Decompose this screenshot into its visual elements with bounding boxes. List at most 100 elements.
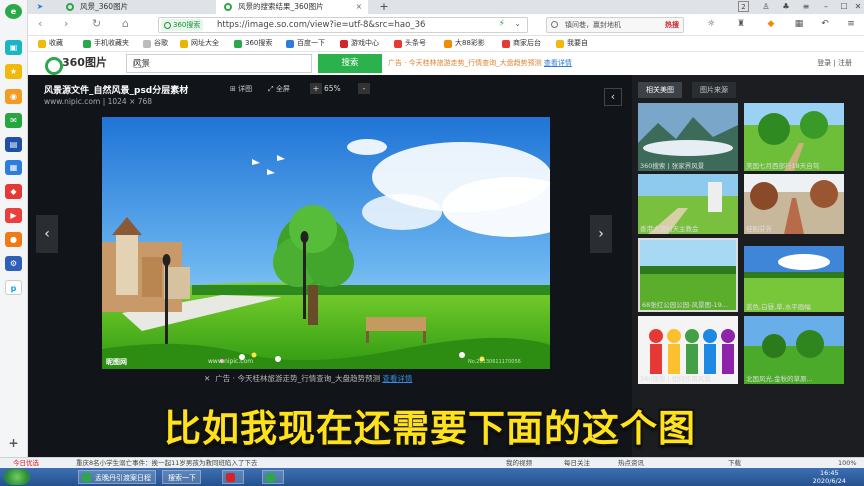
more-menu-icon[interactable]: ≡ <box>844 18 858 31</box>
tab-image-source[interactable]: 图片来源 <box>692 82 736 98</box>
taskbar-app-icon[interactable] <box>262 470 284 484</box>
related-thumbnail[interactable]: 蓝色,白昼,草,水平画幅 <box>744 246 844 312</box>
user-icon[interactable]: ♙ <box>758 0 774 14</box>
taskbar-item[interactable]: 孟晚丹引渡案日程 <box>78 470 156 484</box>
bookmark-item[interactable]: 游戏中心 <box>340 36 379 51</box>
undo-icon[interactable]: ↶ <box>818 18 832 31</box>
bookmark-item[interactable]: 大88彩影 <box>444 36 485 51</box>
browser-nav-icon[interactable]: ➤ <box>32 0 48 14</box>
forward-icon[interactable]: › <box>64 17 68 30</box>
sidebar-shop-icon[interactable]: ◆ <box>5 184 22 199</box>
wallet-icon[interactable]: ◆ <box>764 18 778 31</box>
close-icon[interactable]: ✕ <box>204 374 210 383</box>
sidebar-weibo-icon[interactable]: ◉ <box>5 89 22 104</box>
related-thumbnail[interactable]: 桂剧芬芳 <box>744 174 844 234</box>
viewer-ad[interactable]: ✕ 广告 · 今天桂林旅游走势_行情查询_大盘趋势预测 查看详情 <box>204 373 412 384</box>
system-clock[interactable]: 16:45 2020/6/24 <box>813 469 846 485</box>
new-tab-button[interactable]: + <box>376 0 392 14</box>
bookmark-item[interactable]: 我要自 <box>556 36 588 51</box>
bookmark-item[interactable]: 360搜索 <box>234 36 272 51</box>
game-icon[interactable]: ♣ <box>778 0 794 14</box>
bookmark-item[interactable]: 收藏 <box>38 36 63 51</box>
image-search-input[interactable]: 风景 <box>126 54 312 73</box>
back-icon[interactable]: ‹ <box>38 17 42 30</box>
taskbar-item[interactable]: 搜索一下 <box>162 470 201 484</box>
sidebar-apps-icon[interactable]: ▣ <box>5 40 22 55</box>
viewer-ad-link[interactable]: 查看详情 <box>382 374 412 383</box>
status-download[interactable]: 下载 <box>728 458 741 468</box>
os-taskbar: 孟晚丹引渡案日程 搜索一下 16:45 2020/6/24 <box>0 468 864 486</box>
related-thumbnail[interactable]: 美国七月西部行18天自驾 <box>744 103 844 171</box>
hot-search-label[interactable]: 热搜 <box>665 18 679 33</box>
tab-search-results[interactable]: 风景的搜索结果_360图片 × <box>216 0 368 14</box>
start-button[interactable] <box>4 469 30 485</box>
tab-related-images[interactable]: 相关美图 <box>638 82 682 98</box>
reload-icon[interactable]: ↻ <box>92 17 101 30</box>
related-thumbnail[interactable]: 北国风光,金秋的草原... <box>744 316 844 384</box>
fullscreen-button[interactable]: ⤢ 全屏 <box>268 84 290 94</box>
header-ad[interactable]: 广告 · 今天桂林旅游走势_行情查询_大盘趋势预测 查看详情 <box>388 52 572 75</box>
tab-count-badge[interactable]: 2 <box>738 1 749 12</box>
zoom-out-button[interactable]: - <box>358 83 370 94</box>
url-text[interactable]: https://image.so.com/view?ie=utf-8&src=h… <box>217 18 425 33</box>
url-dropdown-icon[interactable]: ⌄ <box>514 19 521 28</box>
login-link[interactable]: 登录 | 注册 <box>817 52 852 75</box>
close-tab-icon[interactable]: × <box>356 0 362 14</box>
zoom-in-button[interactable]: + <box>310 83 322 94</box>
header-ad-text: 广告 · 今天桂林旅游走势_行情查询_大盘趋势预测 <box>388 59 542 67</box>
fullscreen-icon: ⤢ <box>268 85 276 93</box>
header-ad-link[interactable]: 查看详情 <box>544 59 572 67</box>
image-meta: www.nipic.com | 1024 × 768 <box>44 97 153 106</box>
related-thumbnail[interactable]: 香港大澳村天主教会 <box>638 174 738 234</box>
status-zoom[interactable]: 100% <box>838 458 857 468</box>
status-daily-focus[interactable]: 每日关注 <box>564 458 590 468</box>
address-bar[interactable]: 360搜索 https://image.so.com/view?ie=utf-8… <box>158 17 528 33</box>
detail-button[interactable]: ⊞ 详图 <box>230 84 252 94</box>
bookmark-item[interactable]: 网址大全 <box>180 36 219 51</box>
grid-icon[interactable]: ▦ <box>792 18 806 31</box>
sidebar-news-icon[interactable]: ▤ <box>5 137 22 152</box>
taskbar-record-icon[interactable] <box>222 470 244 484</box>
bookmark-item[interactable]: 手机收藏夹 <box>83 36 129 51</box>
status-hot-news[interactable]: 热点资讯 <box>618 458 644 468</box>
sidebar-video-icon[interactable]: ▶ <box>5 208 22 223</box>
sidebar-add-icon[interactable]: + <box>5 436 22 451</box>
camera-icon[interactable] <box>133 60 144 68</box>
main-photo[interactable] <box>102 117 550 369</box>
sidebar-pay-icon[interactable]: p <box>5 280 22 295</box>
browser-search-box[interactable]: 镇间巷，赢封地机 热搜 <box>546 17 684 33</box>
tab-landscape[interactable]: 风景_360图片 <box>58 0 236 14</box>
status-my-videos[interactable]: 我的视频 <box>506 458 532 468</box>
related-thumbnail[interactable]: 360搜索 | 如何作用风景... <box>638 316 738 384</box>
next-image-button[interactable]: › <box>590 215 612 253</box>
bookmark-item[interactable]: 谷歌 <box>143 36 168 51</box>
bookmark-item[interactable]: 商家后台 <box>502 36 541 51</box>
extension-icon[interactable]: ☼ <box>704 18 718 31</box>
landscape-photo-svg <box>102 117 550 369</box>
status-today-picks[interactable]: 今日优选 <box>4 458 39 468</box>
menu-icon[interactable]: ≡ <box>798 0 814 14</box>
collapse-panel-button[interactable]: ‹ <box>604 88 622 106</box>
sidebar-tool-icon[interactable]: ⚙ <box>5 256 22 271</box>
search-suggestion[interactable]: 镇间巷，赢封地机 <box>565 18 621 33</box>
browser-logo-icon[interactable]: e <box>5 4 22 19</box>
thumbnail-caption: 香港大澳村天主教会 <box>640 225 699 233</box>
sidebar-favorites-icon[interactable]: ★ <box>5 64 22 79</box>
url-lightning-icon[interactable]: ⚡ <box>499 19 505 29</box>
bookmark-item[interactable]: 头条号 <box>394 36 426 51</box>
related-thumbnail[interactable]: 68张红公园公园-风景图-19... <box>638 238 738 312</box>
gamepad-icon[interactable]: ♜ <box>734 18 748 31</box>
home-icon[interactable]: ⌂ <box>122 17 129 30</box>
image-search-button[interactable]: 搜索 <box>318 54 382 73</box>
previous-image-button[interactable]: ‹ <box>36 215 58 253</box>
sidebar-game-icon[interactable]: ● <box>5 232 22 247</box>
minimize-icon[interactable]: – <box>818 0 834 14</box>
status-news-ticker[interactable]: 重庆8名小学生溺亡事件：挨一起11岁男孩为救同班陷入了下去 <box>76 458 257 468</box>
bookmarks-bar: 收藏 手机收藏夹 谷歌 网址大全 360搜索 百度一下 游戏中心 头条号 大88… <box>28 36 864 52</box>
sidebar-calendar-icon[interactable]: ▦ <box>5 160 22 175</box>
site-logo[interactable]: 360图片 <box>45 55 107 75</box>
related-thumbnail[interactable]: 360搜索 | 张家界风景 <box>638 103 738 171</box>
close-window-icon[interactable]: ✕ <box>850 0 864 14</box>
bookmark-item[interactable]: 百度一下 <box>286 36 325 51</box>
sidebar-mail-icon[interactable]: ✉ <box>5 113 22 128</box>
